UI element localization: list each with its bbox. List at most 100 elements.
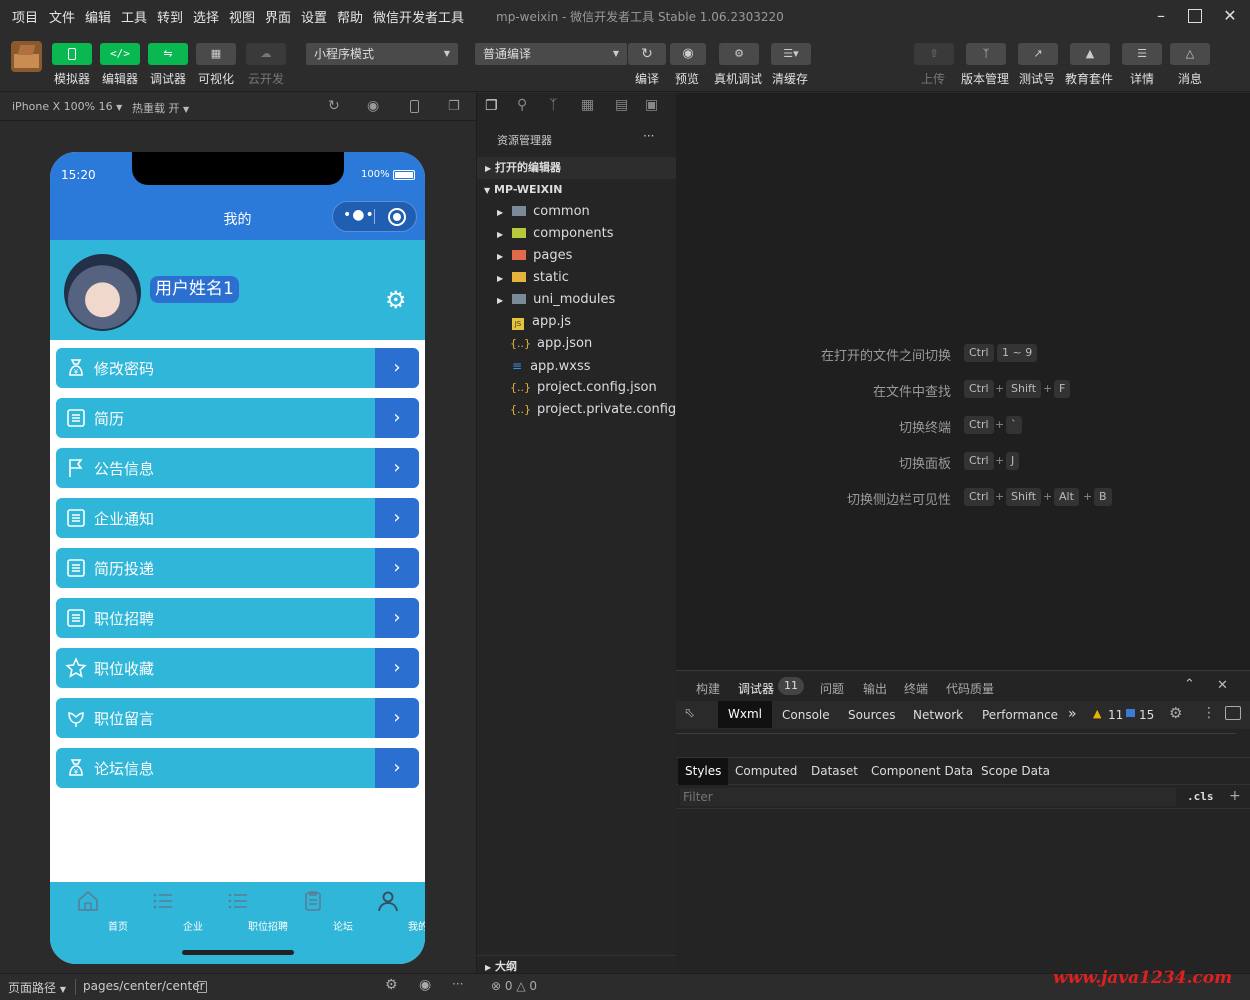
menu-wechat-devtools[interactable]: 微信开发者工具 <box>373 7 464 26</box>
menu-help[interactable]: 帮助 <box>337 7 363 26</box>
open-editors-section[interactable]: ▶ 打开的编辑器 <box>477 157 677 179</box>
stop-icon[interactable]: ◉ <box>367 98 379 114</box>
real-debug-button[interactable]: ⚙ <box>719 43 759 65</box>
detach-icon[interactable]: ❐ <box>448 99 460 114</box>
edu-button[interactable]: ▲ <box>1070 43 1110 65</box>
dock-icon[interactable] <box>1225 706 1241 720</box>
tab-build[interactable]: 构建 <box>696 680 720 697</box>
devtab-console[interactable]: Console <box>782 708 830 722</box>
device-select[interactable]: iPhone X 100% 16 ▼ <box>12 100 122 113</box>
tab-code-quality[interactable]: 代码质量 <box>946 680 994 697</box>
menu-row-job-favorites[interactable]: 职位收藏 › <box>56 648 419 688</box>
debugger-button[interactable]: ⇋ <box>148 43 188 65</box>
minimize-icon[interactable]: – <box>1149 4 1173 28</box>
cls-toggle[interactable]: .cls <box>1187 790 1214 803</box>
close-icon[interactable]: ✕ <box>1218 4 1242 28</box>
tree-item-uni-modules[interactable]: ▶ uni_modules <box>477 289 677 311</box>
close-miniprogram-icon[interactable] <box>388 208 406 226</box>
messages-button[interactable]: △ <box>1170 43 1210 65</box>
extensions-icon[interactable]: ▦ <box>581 97 594 113</box>
menu-tools[interactable]: 工具 <box>121 7 147 26</box>
tab-output[interactable]: 输出 <box>863 680 887 697</box>
details-button[interactable]: ☰ <box>1122 43 1162 65</box>
devtab-network[interactable]: Network <box>913 708 963 722</box>
tree-item-common[interactable]: ▶ common <box>477 201 677 223</box>
devtab-performance[interactable]: Performance <box>982 708 1058 722</box>
tree-item-project-config[interactable]: {..} project.config.json <box>477 377 677 399</box>
gear-icon[interactable]: ⚙ <box>1169 704 1182 722</box>
search-icon[interactable]: ⚲ <box>517 97 527 113</box>
tab-problems[interactable]: 问题 <box>820 680 844 697</box>
menu-row-change-password[interactable]: ¥ 修改密码 › <box>56 348 419 388</box>
tree-item-components[interactable]: ▶ components <box>477 223 677 245</box>
docker-icon[interactable]: ▣ <box>645 97 658 113</box>
project-section[interactable]: ▼ MP-WEIXIN <box>477 179 677 201</box>
menu-interface[interactable]: 界面 <box>265 7 291 26</box>
storage-icon[interactable]: ▤ <box>615 97 628 113</box>
chevron-up-icon[interactable]: ⌃ <box>1184 677 1195 692</box>
problems-indicator[interactable]: ⊗ 0 △ 0 <box>491 979 537 993</box>
tree-item-project-private-config[interactable]: {..} project.private.config.js... <box>477 399 677 421</box>
maximize-icon[interactable] <box>1183 4 1207 28</box>
compile-select[interactable]: 普通编译 ▼ <box>475 43 627 65</box>
menu-project[interactable]: 项目 <box>12 7 38 26</box>
capsule-button[interactable]: •●• <box>332 201 417 232</box>
mode-select[interactable]: 小程序模式 ▼ <box>306 43 458 65</box>
menu-row-forum[interactable]: ¥ 论坛信息 › <box>56 748 419 788</box>
menu-file[interactable]: 文件 <box>49 7 75 26</box>
more-tabs-icon[interactable]: » <box>1068 706 1077 722</box>
menu-edit[interactable]: 编辑 <box>85 7 111 26</box>
menu-row-company-notice[interactable]: 企业通知 › <box>56 498 419 538</box>
tab-terminal[interactable]: 终端 <box>904 680 928 697</box>
visual-button[interactable]: ▦ <box>196 43 236 65</box>
phone-icon[interactable] <box>410 100 419 113</box>
menu-row-resume-delivery[interactable]: 简历投递 › <box>56 548 419 588</box>
menu-row-announcements[interactable]: 公告信息 › <box>56 448 419 488</box>
upload-button[interactable]: ⇧ <box>914 43 954 65</box>
subtab-styles[interactable]: Styles <box>678 758 729 785</box>
simulator-button[interactable] <box>52 43 92 65</box>
tab-debugger[interactable]: 调试器 <box>738 680 774 697</box>
menu-settings[interactable]: 设置 <box>301 7 327 26</box>
more-icon[interactable]: ··· <box>643 129 654 143</box>
avatar[interactable] <box>64 254 141 331</box>
menu-row-job-messages[interactable]: 职位留言 › <box>56 698 419 738</box>
bug-icon[interactable]: ⚙ <box>385 977 398 993</box>
compile-button[interactable]: ↻ <box>628 43 666 65</box>
test-id-button[interactable]: ↗ <box>1018 43 1058 65</box>
gear-icon[interactable]: ⚙ <box>385 288 407 312</box>
menu-goto[interactable]: 转到 <box>157 7 183 26</box>
subtab-computed[interactable]: Computed <box>735 764 797 778</box>
cloud-button[interactable]: ☁ <box>246 43 286 65</box>
git-icon[interactable]: ᛉ <box>549 97 557 113</box>
menu-view[interactable]: 视图 <box>229 7 255 26</box>
preview-button[interactable]: ◉ <box>670 43 706 65</box>
menu-row-job-recruitment[interactable]: 职位招聘 › <box>56 598 419 638</box>
tree-item-static[interactable]: ▶ static <box>477 267 677 289</box>
hot-reload-select[interactable]: 热重载 开 ▼ <box>132 100 189 116</box>
filter-input[interactable] <box>680 788 1176 806</box>
page-path-select[interactable]: 页面路径 ▼ <box>8 979 66 996</box>
add-style-icon[interactable]: + <box>1229 788 1241 804</box>
clear-cache-button[interactable]: ☰▾ <box>771 43 811 65</box>
files-icon[interactable]: ❐ <box>485 98 498 114</box>
more-dots-icon[interactable]: •●• <box>343 207 375 223</box>
version-button[interactable]: ᛉ <box>966 43 1006 65</box>
tree-item-pages[interactable]: ▶ pages <box>477 245 677 267</box>
kebab-menu-icon[interactable]: ⋮ <box>1202 705 1216 721</box>
copy-icon[interactable] <box>197 981 207 993</box>
inspect-icon[interactable]: ⬁ <box>684 706 695 721</box>
devtab-sources[interactable]: Sources <box>848 708 895 722</box>
editor-button[interactable]: </> <box>100 43 140 65</box>
eye-icon[interactable]: ◉ <box>419 977 431 993</box>
refresh-icon[interactable]: ↻ <box>328 98 340 114</box>
menu-select[interactable]: 选择 <box>193 7 219 26</box>
menu-row-resume[interactable]: 简历 › <box>56 398 419 438</box>
tree-item-app-json[interactable]: {..} app.json <box>477 333 677 355</box>
subtab-scope-data[interactable]: Scope Data <box>981 764 1050 778</box>
subtab-component-data[interactable]: Component Data <box>871 764 973 778</box>
tree-item-app-js[interactable]: JS app.js <box>477 311 677 333</box>
project-avatar[interactable] <box>11 41 42 72</box>
devtab-wxml[interactable]: Wxml <box>718 701 772 728</box>
close-icon[interactable]: ✕ <box>1217 678 1228 693</box>
